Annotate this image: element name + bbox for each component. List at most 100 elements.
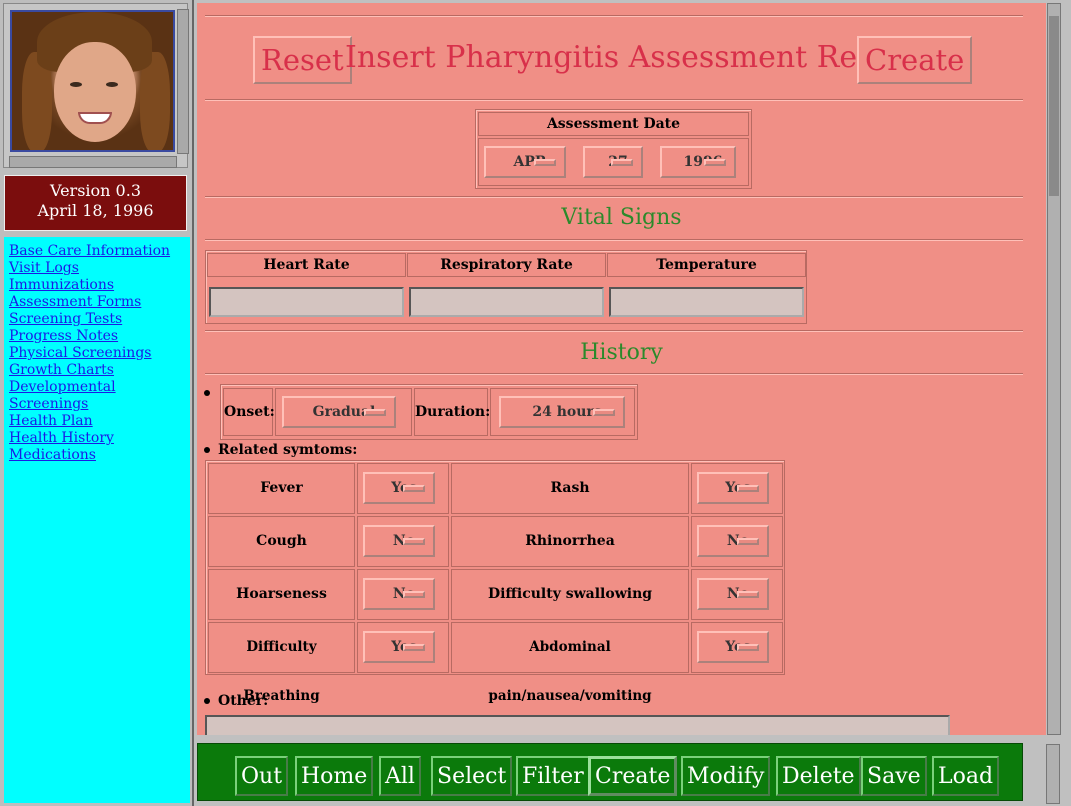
load-button[interactable]: Load xyxy=(932,756,1000,796)
divider xyxy=(205,15,1023,17)
breathing-cell: Yes xyxy=(357,622,449,673)
onset-select[interactable]: Gradual xyxy=(282,396,396,428)
symptom-fever-label: Fever xyxy=(208,463,355,514)
onset-duration-table: Onset: Gradual Duration: 24 hours xyxy=(220,384,638,440)
history-heading: History xyxy=(580,340,663,365)
modify-button[interactable]: Modify xyxy=(681,756,771,796)
nav-link-growth-charts[interactable]: Growth Charts xyxy=(9,362,190,379)
abdominal-pain-select[interactable]: Yes xyxy=(697,631,769,663)
symptom-rhinorrhea-label: Rhinorrhea xyxy=(451,516,689,567)
heart-rate-label: Heart Rate xyxy=(207,253,406,277)
symptom-abdominal-pain-label: Abdominal pain/nausea/vomiting xyxy=(451,622,689,704)
photo-horizontal-scrollbar[interactable] xyxy=(9,156,177,168)
temperature-input[interactable] xyxy=(609,287,804,317)
swallowing-cell: No xyxy=(691,569,783,620)
main-vertical-scrollbar[interactable] xyxy=(1047,3,1061,735)
rash-select[interactable]: Yes xyxy=(697,472,769,504)
date-cell: APR 27 1996 xyxy=(478,138,749,186)
nav-link-assessment-forms[interactable]: Assessment Forms xyxy=(9,294,190,311)
fever-cell: Yes xyxy=(357,463,449,514)
symptom-rash-label: Rash xyxy=(451,463,689,514)
divider xyxy=(205,330,1023,332)
create-button[interactable]: Create xyxy=(588,756,678,796)
divider xyxy=(205,196,1023,198)
nav-link-health-plan[interactable]: Health Plan xyxy=(9,413,190,430)
nav-link-screenings[interactable]: Screenings xyxy=(9,396,190,413)
select-button[interactable]: Select xyxy=(431,756,513,796)
respiratory-rate-input[interactable] xyxy=(409,287,604,317)
scroll-thumb[interactable] xyxy=(1049,16,1059,196)
version-date: April 18, 1996 xyxy=(37,201,154,220)
heart-rate-input[interactable] xyxy=(209,287,404,317)
toolbar-scrollbar[interactable] xyxy=(1046,744,1060,804)
divider xyxy=(205,99,1023,101)
hoarseness-cell: No xyxy=(357,569,449,620)
symptom-cough-label: Cough xyxy=(208,516,355,567)
toolbar: Out Home All Select Filter Create Modify… xyxy=(197,743,1023,801)
toolbar-frame: Out Home All Select Filter Create Modify… xyxy=(194,738,1060,806)
page-title: Insert Pharyngitis Assessment Record xyxy=(345,40,926,75)
year-select[interactable]: 1996 xyxy=(660,146,736,178)
other-text: Other: xyxy=(218,693,269,709)
related-symptoms-text: Related symtoms: xyxy=(218,442,358,458)
main-form: Reset Insert Pharyngitis Assessment Reco… xyxy=(197,3,1046,735)
version-box: Version 0.3 April 18, 1996 xyxy=(4,175,187,231)
left-frame: Version 0.3 April 18, 1996 Base Care Inf… xyxy=(0,0,194,806)
respiratory-rate-label: Respiratory Rate xyxy=(407,253,606,277)
photo-frame xyxy=(3,3,189,168)
vital-signs-table: Heart Rate Respiratory Rate Temperature xyxy=(205,250,807,324)
home-button[interactable]: Home xyxy=(295,756,374,796)
other-label: Other: xyxy=(204,693,268,709)
filter-button[interactable]: Filter xyxy=(516,756,590,796)
abdominal-cell: Yes xyxy=(691,622,783,673)
duration-select[interactable]: 24 hours xyxy=(499,396,625,428)
nav-link-base-care-information[interactable]: Base Care Information xyxy=(9,243,190,260)
onset-cell: Gradual xyxy=(275,388,412,436)
rash-cell: Yes xyxy=(691,463,783,514)
assessment-date-label: Assessment Date xyxy=(478,112,749,136)
nav-link-immunizations[interactable]: Immunizations xyxy=(9,277,190,294)
symptom-difficulty-breathing-label: Difficulty Breathing xyxy=(208,622,355,704)
day-select[interactable]: 27 xyxy=(583,146,643,178)
divider xyxy=(205,239,1023,241)
related-symptoms-label: Related symtoms: xyxy=(204,442,357,458)
nav-link-visit-logs[interactable]: Visit Logs xyxy=(9,260,190,277)
cough-select[interactable]: No xyxy=(363,525,435,557)
reset-button[interactable]: Reset xyxy=(253,36,352,84)
temperature-label: Temperature xyxy=(607,253,806,277)
vital-signs-heading: Vital Signs xyxy=(561,205,682,230)
fever-select[interactable]: Yes xyxy=(363,472,435,504)
nav-link-health-history[interactable]: Health History xyxy=(9,430,190,447)
rhinorrhea-cell: No xyxy=(691,516,783,567)
duration-value: 24 hours xyxy=(532,404,602,420)
photo-vertical-scrollbar[interactable] xyxy=(177,9,189,154)
nav-link-screening-tests[interactable]: Screening Tests xyxy=(9,311,190,328)
nav-link-developmental[interactable]: Developmental xyxy=(9,379,190,396)
onset-label: Onset: xyxy=(223,388,275,436)
out-button[interactable]: Out xyxy=(235,756,289,796)
symptoms-table: Fever Yes Rash Yes Cough No Rhinorrhea N… xyxy=(205,460,785,704)
patient-photo xyxy=(10,10,175,152)
delete-button[interactable]: Delete xyxy=(776,756,861,796)
month-select[interactable]: APR xyxy=(484,146,566,178)
difficulty-breathing-select[interactable]: Yes xyxy=(363,631,435,663)
nav-link-physical-screenings[interactable]: Physical Screenings xyxy=(9,345,190,362)
bullet xyxy=(204,385,218,401)
save-button[interactable]: Save xyxy=(861,756,927,796)
create-top-button[interactable]: Create xyxy=(857,36,973,84)
rhinorrhea-select[interactable]: No xyxy=(697,525,769,557)
other-textarea[interactable] xyxy=(205,715,950,735)
divider xyxy=(205,373,1023,375)
cough-cell: No xyxy=(357,516,449,567)
assessment-date-table: Assessment Date APR 27 1996 xyxy=(475,109,752,189)
version-number: Version 0.3 xyxy=(50,181,141,200)
symptom-hoarseness-label: Hoarseness xyxy=(208,569,355,620)
nav-link-medications[interactable]: Medications xyxy=(9,447,190,464)
difficulty-swallowing-select[interactable]: No xyxy=(697,578,769,610)
symptom-difficulty-swallowing-label: Difficulty swallowing xyxy=(451,569,689,620)
hoarseness-select[interactable]: No xyxy=(363,578,435,610)
duration-label: Duration: xyxy=(414,388,490,436)
nav-link-progress-notes[interactable]: Progress Notes xyxy=(9,328,190,345)
all-button[interactable]: All xyxy=(379,756,421,796)
duration-cell: 24 hours xyxy=(490,388,635,436)
